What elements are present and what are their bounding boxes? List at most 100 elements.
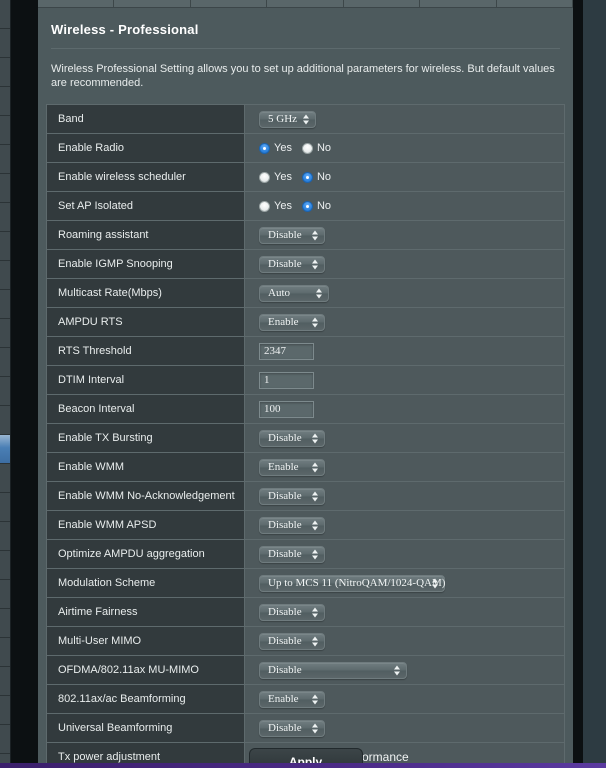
nav-item-22[interactable] [0, 638, 10, 667]
enable-wireless-scheduler-radio-group: Yes No [259, 171, 331, 183]
radio-set-ap-isolated-yes[interactable]: Yes [259, 200, 292, 212]
setting-value: Disable [245, 221, 564, 249]
top-tab-strip[interactable] [38, 0, 573, 8]
setting-label: Enable WMM APSD [47, 511, 245, 539]
nav-item-16[interactable] [0, 464, 10, 493]
radio-enable-radio-yes[interactable]: Yes [259, 142, 292, 154]
setting-row-802-11ax-ac-beamforming: 802.11ax/ac Beamforming Enable [47, 685, 564, 714]
nav-item-9[interactable] [0, 261, 10, 290]
band-select[interactable]: 5 GHz [259, 110, 317, 128]
stepper-arrows-icon [431, 577, 438, 590]
stepper-arrows-icon [311, 229, 318, 242]
nav-item-24[interactable] [0, 696, 10, 725]
right-gutter [573, 0, 583, 768]
select-value: Disable [268, 722, 302, 734]
tab-1[interactable] [114, 0, 191, 7]
setting-row-enable-wmm-no-acknowledgement: Enable WMM No-Acknowledgement Disable [47, 482, 564, 511]
nav-item-12[interactable] [0, 348, 10, 377]
nav-item-14[interactable] [0, 406, 10, 435]
nav-item-1[interactable] [0, 29, 10, 58]
radio-label: Yes [274, 171, 292, 183]
nav-item-3[interactable] [0, 87, 10, 116]
roaming-assistant-select[interactable]: Disable [259, 226, 325, 244]
tab-2[interactable] [191, 0, 268, 7]
radio-set-ap-isolated-no[interactable]: No [301, 200, 331, 212]
nav-item-18[interactable] [0, 522, 10, 551]
setting-label: OFDMA/802.11ax MU-MIMO [47, 656, 245, 684]
tab-0[interactable] [38, 0, 115, 7]
802-11ax-ac-beamforming-select[interactable]: Enable [259, 690, 325, 708]
enable-wmm-apsd-select[interactable]: Disable [259, 516, 325, 534]
radio-label: Yes [274, 142, 292, 154]
enable-wmm-no-acknowledgement-select[interactable]: Disable [259, 487, 325, 505]
airtime-fairness-select[interactable]: Disable [259, 603, 325, 621]
tab-4[interactable] [344, 0, 421, 7]
nav-item-7[interactable] [0, 203, 10, 232]
beacon-interval-input[interactable] [259, 400, 314, 418]
radio-dot-icon [301, 142, 313, 154]
nav-item-4[interactable] [0, 116, 10, 145]
nav-item-0[interactable] [0, 0, 10, 29]
multicast-rate-mbps-select[interactable]: Auto [259, 284, 329, 302]
setting-label: Enable IGMP Snooping [47, 250, 245, 278]
universal-beamforming-select[interactable]: Disable [259, 719, 325, 737]
dtim-interval-input[interactable] [259, 371, 314, 389]
setting-row-band: Band 5 GHz [47, 105, 564, 134]
left-gutter [11, 0, 38, 768]
nav-item-25[interactable] [0, 725, 10, 754]
select-value: Auto [268, 287, 290, 299]
setting-row-roaming-assistant: Roaming assistant Disable [47, 221, 564, 250]
setting-row-enable-igmp-snooping: Enable IGMP Snooping Disable [47, 250, 564, 279]
setting-label: Set AP Isolated [47, 192, 245, 220]
nav-item-8[interactable] [0, 232, 10, 261]
tab-3[interactable] [267, 0, 344, 7]
enable-tx-bursting-select[interactable]: Disable [259, 429, 325, 447]
enable-igmp-snooping-select[interactable]: Disable [259, 255, 325, 273]
nav-item-20[interactable] [0, 580, 10, 609]
nav-item-19[interactable] [0, 551, 10, 580]
radio-label: No [316, 171, 332, 183]
nav-item-13[interactable] [0, 377, 10, 406]
stepper-arrows-icon [311, 548, 318, 561]
radio-label: No [316, 142, 332, 154]
ofdma-802-11ax-mu-mimo-select[interactable]: Disable [259, 661, 407, 679]
tab-5[interactable] [420, 0, 497, 7]
enable-radio-radio-group: Yes No [259, 142, 331, 154]
setting-row-dtim-interval: DTIM Interval [47, 366, 564, 395]
radio-enable-wireless-scheduler-no[interactable]: No [301, 171, 332, 183]
stepper-arrows-icon [311, 316, 318, 329]
nav-item-11[interactable] [0, 319, 10, 348]
radio-enable-wireless-scheduler-yes[interactable]: Yes [259, 171, 292, 183]
nav-item-2[interactable] [0, 58, 10, 87]
radio-dot-icon [259, 200, 270, 212]
optimize-ampdu-aggregation-select[interactable]: Disable [259, 545, 325, 563]
nav-item-5[interactable] [0, 145, 10, 174]
nav-item-23[interactable] [0, 667, 10, 696]
select-value: Disable [268, 432, 302, 444]
multi-user-mimo-select[interactable]: Disable [259, 632, 325, 650]
setting-value: Yes No [245, 192, 564, 220]
stepper-arrows-icon [311, 635, 318, 648]
tab-6[interactable] [497, 0, 573, 7]
radio-dot-icon [301, 171, 313, 183]
select-value: Disable [268, 548, 302, 560]
nav-item-21[interactable] [0, 609, 10, 638]
nav-item-6[interactable] [0, 174, 10, 203]
setting-row-multicast-rate-mbps: Multicast Rate(Mbps) Auto [47, 279, 564, 308]
select-value: Disable [268, 490, 302, 502]
nav-item-17[interactable] [0, 493, 10, 522]
setting-label: Enable wireless scheduler [47, 163, 245, 191]
enable-wmm-select[interactable]: Enable [259, 458, 325, 476]
setting-value [245, 337, 564, 365]
modulation-scheme-select[interactable]: Up to MCS 11 (NitroQAM/1024-QAM) [259, 574, 445, 592]
setting-row-beacon-interval: Beacon Interval [47, 395, 564, 424]
rts-threshold-input[interactable] [259, 342, 314, 360]
ampdu-rts-select[interactable]: Enable [259, 313, 325, 331]
setting-value: Enable [245, 308, 564, 336]
nav-item-10[interactable] [0, 290, 10, 319]
left-navigation-sliver[interactable] [0, 0, 11, 768]
setting-row-rts-threshold: RTS Threshold [47, 337, 564, 366]
nav-item-15[interactable] [0, 435, 10, 464]
radio-enable-radio-no[interactable]: No [301, 142, 332, 154]
setting-value: Disable [245, 714, 564, 742]
